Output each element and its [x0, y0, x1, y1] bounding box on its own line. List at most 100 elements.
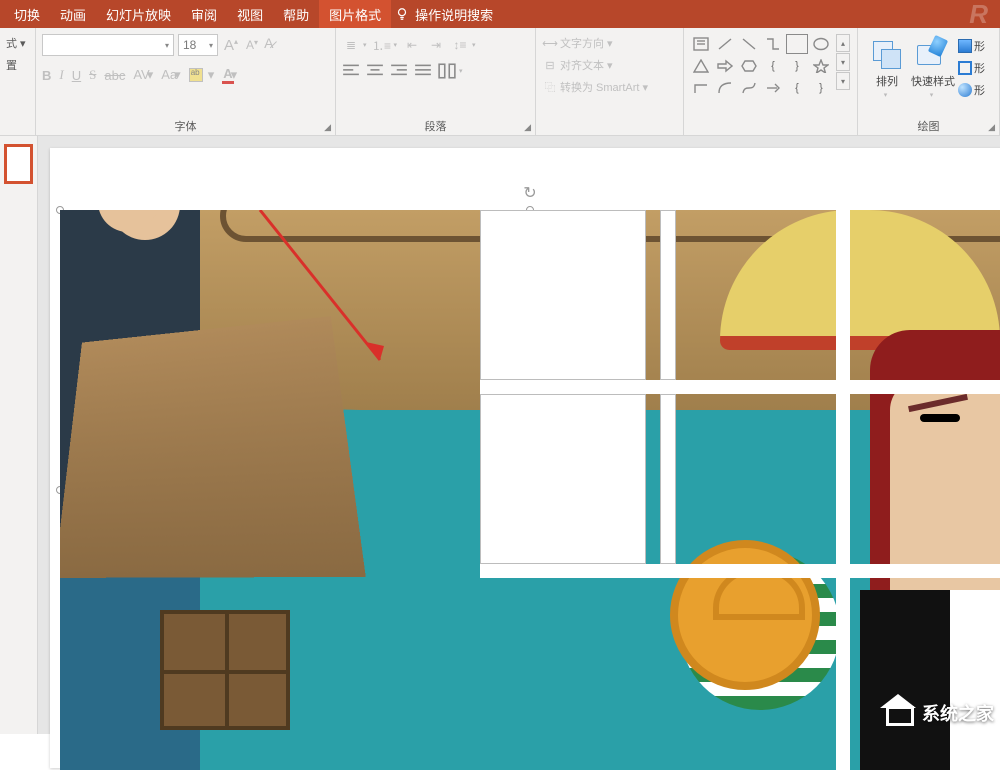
underline-button[interactable]: U: [72, 68, 81, 83]
ribbon: 式 ▾ 置 ▾ 18▾ A▴ A▾ A̷ B I U S abc AV▾ Aa▾…: [0, 28, 1000, 136]
slide-canvas[interactable]: ↻: [38, 136, 1000, 734]
font-size-combo[interactable]: 18▾: [178, 34, 218, 56]
shape-curve-icon[interactable]: [738, 78, 760, 98]
watermark: 系统之家: [882, 700, 994, 726]
scroll-down-icon[interactable]: ▾: [836, 53, 850, 71]
shape-rect-icon[interactable]: [786, 34, 808, 54]
increase-indent-button[interactable]: ⇥: [427, 37, 445, 53]
dialog-launcher-icon[interactable]: ◢: [524, 122, 531, 133]
tab-animations[interactable]: 动画: [50, 0, 96, 28]
effects-icon: [958, 83, 972, 97]
shapes-scroll[interactable]: ▴ ▾ ▾: [836, 34, 850, 98]
tab-bar: 切换 动画 幻灯片放映 审阅 视图 帮助 图片格式 操作说明搜索 R: [0, 0, 1000, 28]
align-text-button[interactable]: ⊟对齐文本 ▾: [542, 54, 677, 76]
selected-picture[interactable]: ↻: [60, 210, 1000, 770]
font-name-combo[interactable]: ▾: [42, 34, 174, 56]
tell-me-label: 操作说明搜索: [415, 5, 493, 24]
shape-triangle-icon[interactable]: [690, 56, 712, 76]
shape-fill-button[interactable]: 形: [958, 36, 985, 56]
group-paragraph: ≣▾ ⒈≡▾ ⇤ ⇥ ↕≡▾ ▾ 段落◢: [336, 28, 536, 135]
shape-textbox-icon[interactable]: [690, 34, 712, 54]
shapes-gallery[interactable]: { } { }: [690, 34, 832, 98]
shape-effects-button[interactable]: 形: [958, 80, 985, 100]
tab-help[interactable]: 帮助: [273, 0, 319, 28]
shape-outline-button[interactable]: 形: [958, 58, 985, 78]
group-label-paragraph: 段落◢: [342, 117, 529, 135]
columns-button[interactable]: [438, 63, 456, 79]
bold-button[interactable]: B: [42, 68, 51, 83]
quick-styles-icon: [917, 39, 949, 71]
scroll-up-icon[interactable]: ▴: [836, 34, 850, 52]
shape-line2-icon[interactable]: [738, 34, 760, 54]
paste-reset[interactable]: 置: [6, 54, 29, 76]
lightbulb-icon: [395, 7, 409, 21]
dialog-launcher-icon[interactable]: ◢: [324, 122, 331, 133]
chevron-down-icon: ▾: [208, 67, 215, 83]
align-text-icon: ⊟: [542, 59, 558, 72]
shape-lbrace2-icon[interactable]: {: [786, 78, 808, 98]
chevron-down-icon: ▾: [209, 41, 213, 50]
shape-elbow-icon[interactable]: [690, 78, 712, 98]
picture-content: [60, 210, 1000, 770]
change-case-button[interactable]: Aa▾: [161, 67, 180, 83]
shape-rarrow-icon[interactable]: [714, 56, 736, 76]
shape-arrow2-icon[interactable]: [762, 78, 784, 98]
shape-line-icon[interactable]: [714, 34, 736, 54]
quick-styles-button[interactable]: 快速样式 ▾: [910, 32, 956, 106]
outline-icon: [958, 61, 972, 75]
slide-thumbnail-1[interactable]: [4, 144, 33, 184]
shape-rbrace-icon[interactable]: }: [786, 56, 808, 76]
group-label-drawing: 绘图◢: [864, 117, 993, 135]
group-paragraph-side: ⟷文字方向 ▾ ⊟对齐文本 ▾ ⿻转换为 SmartArt ▾: [536, 28, 684, 135]
decrease-indent-button[interactable]: ⇤: [403, 37, 421, 53]
text-direction-icon: ⟷: [542, 37, 558, 50]
justify-button[interactable]: [414, 63, 432, 79]
font-color-button[interactable]: A▾: [222, 66, 237, 84]
align-left-button[interactable]: [342, 63, 360, 79]
group-shapes-gallery: { } { } ▴ ▾ ▾: [684, 28, 858, 135]
scroll-more-icon[interactable]: ▾: [836, 72, 850, 90]
group-clipboard-partial: 式 ▾ 置: [0, 28, 36, 135]
paste-format-dropdown[interactable]: 式 ▾: [6, 32, 29, 54]
align-center-button[interactable]: [366, 63, 384, 79]
italic-button[interactable]: I: [59, 67, 63, 83]
char-spacing-button[interactable]: AV▾: [133, 67, 153, 83]
line-spacing-button[interactable]: ↕≡: [451, 37, 469, 53]
clear-formatting-button[interactable]: A̷: [264, 35, 284, 55]
highlight-button[interactable]: [189, 68, 203, 82]
increase-font-button[interactable]: A▴: [222, 37, 240, 54]
text-direction-button[interactable]: ⟷文字方向 ▾: [542, 32, 677, 54]
dialog-launcher-icon[interactable]: ◢: [988, 122, 995, 133]
decrease-font-button[interactable]: A▾: [244, 38, 260, 52]
align-right-button[interactable]: [390, 63, 408, 79]
arrange-button[interactable]: 排列 ▾: [864, 32, 910, 106]
slide-thumbnails-panel: [0, 136, 38, 734]
convert-smartart-button[interactable]: ⿻转换为 SmartArt ▾: [542, 76, 677, 98]
group-drawing: 排列 ▾ 快速样式 ▾ 形 形 形 绘图◢: [858, 28, 1000, 135]
shape-rbrace2-icon[interactable]: }: [810, 78, 832, 98]
shadow-button[interactable]: S: [89, 67, 96, 83]
group-font: ▾ 18▾ A▴ A▾ A̷ B I U S abc AV▾ Aa▾ ▾ A▾ …: [36, 28, 336, 135]
fill-icon: [958, 39, 972, 53]
chevron-down-icon: ▾: [165, 41, 169, 50]
tab-slideshow[interactable]: 幻灯片放映: [96, 0, 181, 28]
numbering-button[interactable]: ⒈≡: [373, 37, 391, 53]
chevron-down-icon: ▾: [884, 91, 888, 99]
shape-oval-icon[interactable]: [810, 34, 832, 54]
shape-lbrace-icon[interactable]: {: [762, 56, 784, 76]
bullets-button[interactable]: ≣: [342, 37, 360, 53]
tab-transitions[interactable]: 切换: [4, 0, 50, 28]
shape-star-icon[interactable]: [810, 56, 832, 76]
tab-review[interactable]: 审阅: [181, 0, 227, 28]
strikethrough-button[interactable]: abc: [104, 68, 125, 83]
brand-r-icon: R: [969, 0, 996, 30]
tell-me[interactable]: 操作说明搜索: [395, 5, 493, 24]
smartart-icon: ⿻: [542, 79, 558, 95]
tab-view[interactable]: 视图: [227, 0, 273, 28]
rotation-handle[interactable]: ↻: [519, 182, 541, 204]
tab-picture-format[interactable]: 图片格式: [319, 0, 391, 28]
shape-arc-icon[interactable]: [714, 78, 736, 98]
shape-connector-icon[interactable]: [762, 34, 784, 54]
shape-hex-icon[interactable]: [738, 56, 760, 76]
group-label-font: 字体◢: [42, 117, 329, 135]
